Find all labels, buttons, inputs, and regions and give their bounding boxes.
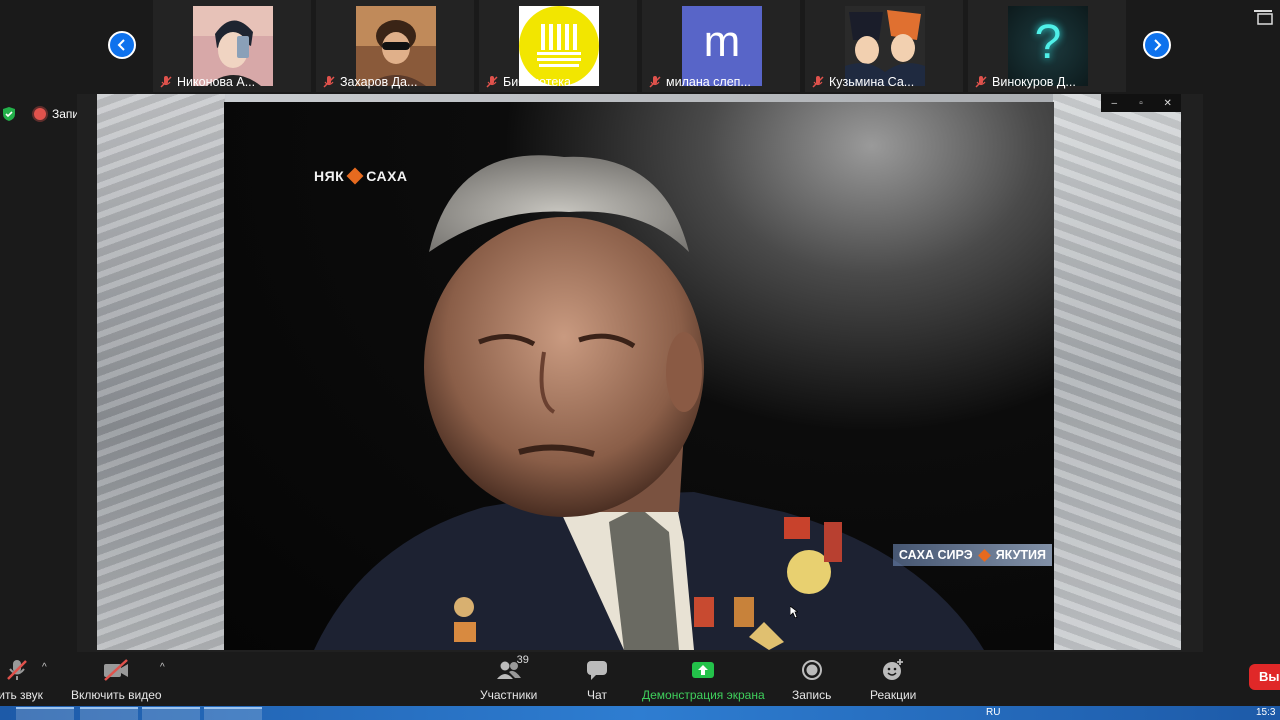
participant-name: Винокуров Д... xyxy=(992,75,1076,89)
microphone-muted-icon xyxy=(160,76,172,88)
diamond-icon xyxy=(977,548,991,562)
share-screen-button[interactable]: Демонстрация экрана xyxy=(642,656,765,702)
recording-dot-icon xyxy=(34,108,46,120)
microphone-muted-icon xyxy=(649,76,661,88)
participant-tile[interactable]: Захаров Да... xyxy=(316,0,474,92)
taskbar-clock[interactable]: 15:3 xyxy=(1256,706,1275,720)
reactions-button[interactable]: Реакции xyxy=(870,656,916,702)
next-page-arrow-icon[interactable] xyxy=(1143,31,1171,59)
participants-label: Участники xyxy=(480,688,538,702)
minimize-icon[interactable]: – xyxy=(1104,98,1124,109)
start-video-button[interactable]: Включить видео xyxy=(71,656,162,702)
participant-tile[interactable]: m милана слеп... xyxy=(642,0,800,92)
taskbar-folder-icon[interactable] xyxy=(16,707,74,720)
avatar-initial: m xyxy=(703,17,741,66)
chat-button[interactable]: Чат xyxy=(583,656,611,702)
participant-name: милана слеп... xyxy=(666,75,751,89)
participants-icon: 39 xyxy=(495,654,529,684)
shared-window: НЯК САХА САХА СИРЭ ЯКУТИЯ – ▫ ✕ xyxy=(97,94,1181,650)
shared-window-controls: – ▫ ✕ xyxy=(1101,94,1181,112)
record-icon xyxy=(798,656,826,684)
channel-logo-right: САХА xyxy=(366,168,408,184)
participant-name: Никонова А... xyxy=(177,75,256,89)
lower-logo-right: ЯКУТИЯ xyxy=(995,548,1046,562)
taskbar-powerpoint-icon[interactable] xyxy=(142,707,200,720)
participant-name: Захаров Да... xyxy=(340,75,418,89)
lower-channel-logo: САХА СИРЭ ЯКУТИЯ xyxy=(892,544,1052,566)
participants-count: 39 xyxy=(516,654,529,666)
encryption-shield-icon[interactable] xyxy=(1,106,17,122)
video-content xyxy=(314,155,984,650)
question-mark-icon: ? xyxy=(1034,16,1062,69)
microphone-muted-icon xyxy=(3,656,31,684)
share-screen-icon xyxy=(689,656,717,684)
unmute-audio-button[interactable]: чить звук xyxy=(0,656,43,702)
start-video-label: Включить видео xyxy=(71,688,162,702)
microphone-muted-icon xyxy=(486,76,498,88)
participant-name: Библиотека ... xyxy=(503,75,585,89)
audio-options-chevron-up-icon[interactable]: ^ xyxy=(42,662,47,673)
participant-strip: Никонова А... Захаров Да... Библиотека .… xyxy=(0,0,1280,92)
channel-logo-left: НЯК xyxy=(314,168,345,184)
windows-taskbar: RU 15:3 xyxy=(0,706,1280,720)
background-texture xyxy=(97,94,225,650)
participant-tile[interactable]: ? Винокуров Д... xyxy=(968,0,1126,92)
video-options-chevron-up-icon[interactable]: ^ xyxy=(160,662,165,673)
previous-page-arrow-icon[interactable] xyxy=(108,31,136,59)
record-button[interactable]: Запись xyxy=(792,656,831,702)
taskbar-zoom-icon[interactable] xyxy=(204,707,262,720)
microphone-muted-icon xyxy=(975,76,987,88)
camera-off-icon xyxy=(102,656,130,684)
unmute-audio-label: чить звук xyxy=(0,688,43,702)
background-texture xyxy=(1053,94,1181,650)
participant-name: Кузьмина Са... xyxy=(829,75,915,89)
reactions-label: Реакции xyxy=(870,688,917,702)
close-icon[interactable]: ✕ xyxy=(1158,98,1178,109)
record-label: Запись xyxy=(792,688,832,702)
video-frame: НЯК САХА САХА СИРЭ ЯКУТИЯ xyxy=(224,102,1054,650)
meeting-toolbar: чить звук ^ Включить видео ^ 39 Участник… xyxy=(0,652,1280,706)
chat-label: Чат xyxy=(587,688,607,702)
shared-screen: НЯК САХА САХА СИРЭ ЯКУТИЯ – ▫ ✕ xyxy=(77,94,1203,652)
keyboard-language[interactable]: RU xyxy=(986,706,1000,720)
lower-logo-left: САХА СИРЭ xyxy=(898,548,973,562)
microphone-muted-icon xyxy=(323,76,335,88)
share-screen-label: Демонстрация экрана xyxy=(642,688,765,702)
taskbar-chrome-icon[interactable] xyxy=(80,707,138,720)
participants-button[interactable]: 39 Участники xyxy=(480,654,538,702)
participant-tile[interactable]: Библиотека ... xyxy=(479,0,637,92)
gallery-view-controls-icon[interactable] xyxy=(1252,4,1274,26)
smiley-plus-icon xyxy=(879,656,907,684)
participant-tile[interactable]: Никонова А... xyxy=(153,0,311,92)
mouse-cursor-icon xyxy=(790,606,798,618)
channel-logo: НЯК САХА xyxy=(314,167,408,185)
leave-meeting-button[interactable]: Вый xyxy=(1249,664,1280,690)
diamond-icon xyxy=(346,167,364,185)
chat-bubble-icon xyxy=(583,656,611,684)
participant-tile[interactable]: Кузьмина Са... xyxy=(805,0,963,92)
microphone-muted-icon xyxy=(812,76,824,88)
restore-icon[interactable]: ▫ xyxy=(1131,98,1151,109)
